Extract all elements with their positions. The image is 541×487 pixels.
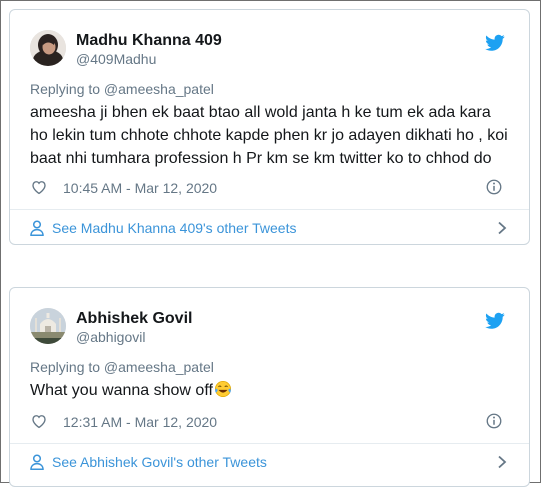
- author-handle[interactable]: @409Madhu: [76, 51, 156, 67]
- tweet-header: Abhishek Govil @abhigovil: [30, 308, 515, 348]
- twitter-bird-icon[interactable]: [485, 312, 505, 330]
- tweet-timestamp[interactable]: 10:45 AM - Mar 12, 2020: [63, 180, 217, 196]
- tweet-text: What you wanna show off: [30, 379, 515, 402]
- info-icon[interactable]: [485, 412, 503, 430]
- author-handle[interactable]: @abhigovil: [76, 329, 145, 345]
- replying-to[interactable]: Replying to @ameesha_patel: [30, 359, 214, 375]
- chevron-right-icon: [498, 455, 507, 469]
- other-tweets-link[interactable]: See Abhishek Govil's other Tweets: [10, 444, 529, 480]
- twitter-bird-icon[interactable]: [485, 34, 505, 52]
- replying-to[interactable]: Replying to @ameesha_patel: [30, 81, 214, 97]
- face-with-tears-of-joy-icon: [214, 380, 231, 398]
- tweet-card: Abhishek Govil @abhigovil Replying to @a…: [9, 287, 530, 487]
- tweet-text-line: ameesha ji bhen ek baat btao all wold ja…: [30, 104, 491, 121]
- other-tweets-label: See Abhishek Govil's other Tweets: [52, 454, 267, 470]
- tweet-text-line: ho lekin tum chhote chhote kapde phen kr…: [30, 127, 508, 144]
- tweet-text-line: baat nhi tumhara profession h Pr km se k…: [30, 150, 492, 167]
- avatar[interactable]: [30, 308, 66, 344]
- other-tweets-link[interactable]: See Madhu Khanna 409's other Tweets: [10, 210, 529, 246]
- info-icon[interactable]: [485, 178, 503, 196]
- tweet-meta: 12:31 AM - Mar 12, 2020: [30, 412, 515, 432]
- avatar[interactable]: [30, 30, 66, 66]
- person-icon: [30, 454, 44, 470]
- other-tweets-label: See Madhu Khanna 409's other Tweets: [52, 220, 297, 236]
- tweet-text-content: What you wanna show off: [30, 382, 213, 399]
- heart-icon[interactable]: [30, 178, 48, 196]
- author-name[interactable]: Madhu Khanna 409: [76, 32, 222, 50]
- person-icon: [30, 220, 44, 236]
- tweet-text: ameesha ji bhen ek baat btao all wold ja…: [30, 101, 515, 170]
- tweet-meta: 10:45 AM - Mar 12, 2020: [30, 178, 515, 198]
- author-name[interactable]: Abhishek Govil: [76, 310, 192, 328]
- chevron-right-icon: [498, 221, 507, 235]
- heart-icon[interactable]: [30, 412, 48, 430]
- tweet-card: Madhu Khanna 409 @409Madhu Replying to @…: [9, 9, 530, 245]
- tweet-header: Madhu Khanna 409 @409Madhu: [30, 30, 515, 70]
- tweet-timestamp[interactable]: 12:31 AM - Mar 12, 2020: [63, 414, 217, 430]
